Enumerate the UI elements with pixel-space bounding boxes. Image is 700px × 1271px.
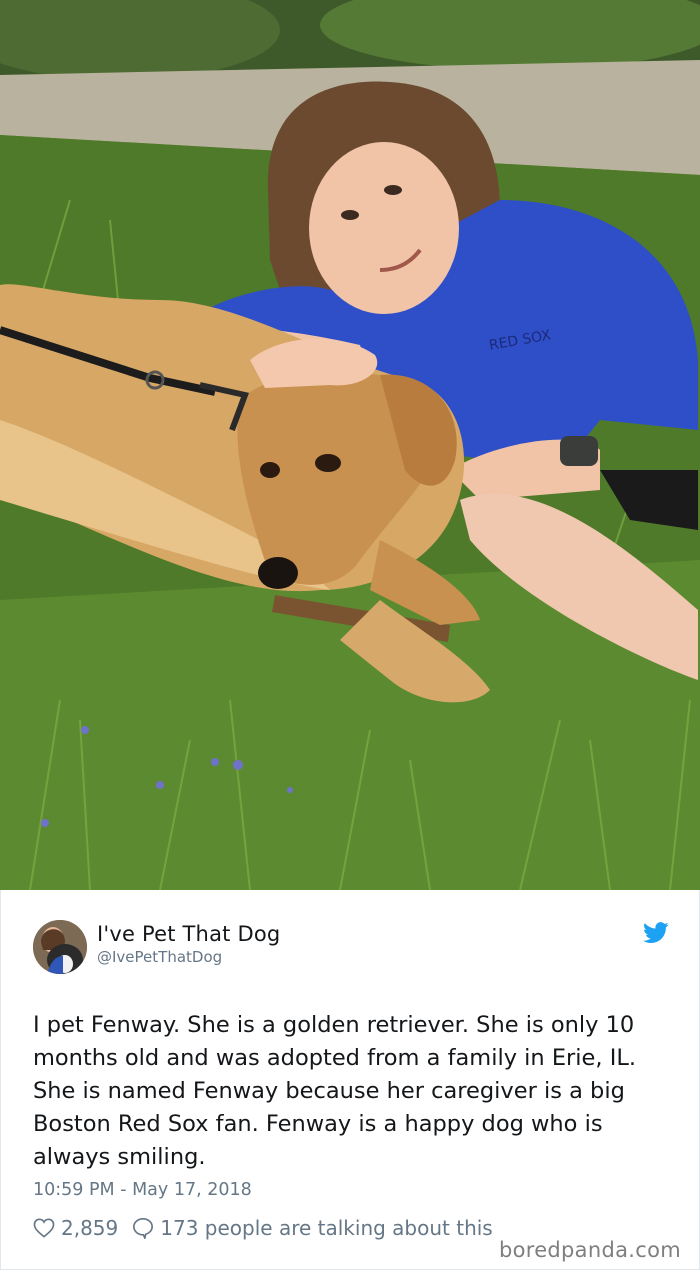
- avatar-image: [33, 920, 87, 974]
- like-count[interactable]: 2,859: [61, 1216, 118, 1240]
- tweet-text: I pet Fenway. She is a golden retriever.…: [33, 1012, 637, 1170]
- speech-bubble-icon[interactable]: [132, 1217, 154, 1239]
- tweet-photo[interactable]: RED SOX: [0, 0, 700, 890]
- twitter-bird-icon[interactable]: [643, 922, 669, 944]
- avatar[interactable]: [33, 920, 87, 974]
- author-display-name[interactable]: I've Pet That Dog: [97, 922, 280, 946]
- conversation-link[interactable]: 173 people are talking about this: [160, 1216, 492, 1240]
- author-handle[interactable]: @IvePetThatDog: [97, 948, 222, 966]
- tweet-actions: 2,859 173 people are talking about this: [33, 1215, 493, 1241]
- girl-and-dog-image: RED SOX: [0, 0, 700, 890]
- tweet-card: I've Pet That Dog @IvePetThatDog I pet F…: [0, 890, 700, 1270]
- tweet-timestamp[interactable]: 10:59 PM - May 17, 2018: [33, 1180, 252, 1200]
- watermark: boredpanda.com: [498, 1238, 681, 1262]
- heart-icon[interactable]: [33, 1218, 55, 1238]
